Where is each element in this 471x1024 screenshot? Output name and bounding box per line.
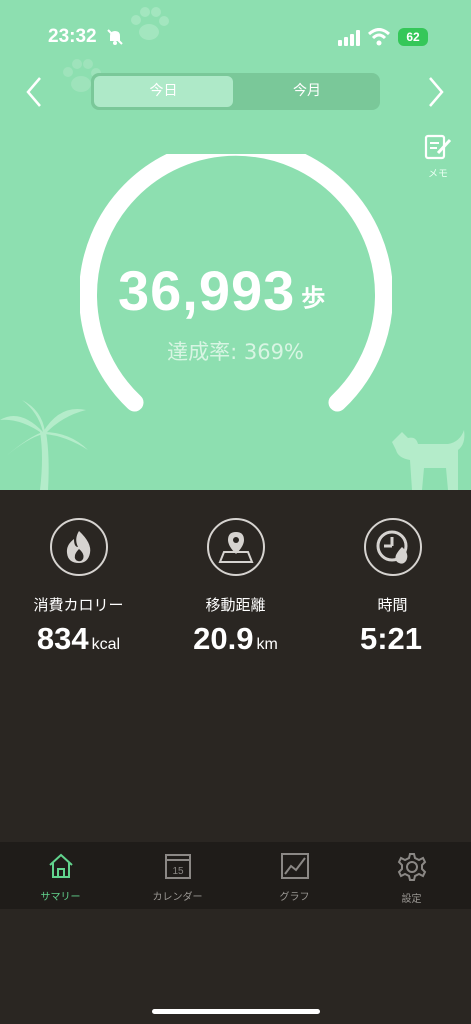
- tab-settings[interactable]: 設定: [353, 852, 470, 905]
- stat-distance-unit: km: [256, 636, 278, 653]
- chevron-left-icon[interactable]: [24, 76, 44, 108]
- cellular-signal-icon: [338, 30, 360, 46]
- calorie-flame-icon: [49, 518, 108, 576]
- stat-distance-label: 移動距離: [205, 596, 266, 614]
- segment-month[interactable]: 今月: [237, 76, 377, 107]
- paw-print-icon: [131, 7, 169, 40]
- tab-summary[interactable]: サマリー: [2, 852, 119, 903]
- stat-distance: 移動距離 20.9 km: [157, 518, 314, 657]
- summary-header: 23:32 62 今日 今月 メモ 36,993 歩 達成率: 369%: [0, 0, 471, 490]
- period-segmented-control: 今日 今月: [91, 73, 380, 110]
- calendar-day-number: 15: [172, 866, 184, 877]
- home-icon: [48, 853, 73, 878]
- stats-panel: 消費カロリー 834 kcal 移動距離 20.9 km 時間 5:21: [0, 490, 471, 840]
- map-pin-icon: [206, 518, 265, 576]
- step-count-value: 36,993: [118, 259, 296, 322]
- memo-label: メモ: [428, 169, 448, 180]
- palm-tree-illustration: [0, 400, 88, 490]
- chevron-right-icon[interactable]: [426, 76, 446, 108]
- tab-calendar[interactable]: 15 カレンダー: [119, 852, 236, 903]
- tab-graph-label: グラフ: [279, 892, 310, 903]
- tab-settings-label: 設定: [401, 894, 422, 905]
- stat-time: 時間 5:21: [314, 518, 471, 657]
- tab-calendar-label: カレンダー: [152, 892, 203, 903]
- battery-indicator: 62: [398, 28, 428, 46]
- stat-calories-label: 消費カロリー: [33, 596, 124, 614]
- step-count: 36,993 歩: [118, 258, 358, 323]
- bell-off-icon: [107, 29, 123, 45]
- bottom-tab-bar: サマリー 15 カレンダー グラフ 設定: [0, 842, 471, 909]
- status-time: 23:32: [48, 26, 97, 47]
- stat-calories: 消費カロリー 834 kcal: [0, 518, 157, 657]
- stat-calories-unit: kcal: [91, 636, 121, 653]
- memo-icon: [424, 134, 452, 160]
- segment-today[interactable]: 今日: [94, 76, 233, 107]
- stat-time-value: 5:21: [359, 621, 423, 656]
- tab-graph[interactable]: グラフ: [236, 852, 353, 903]
- wifi-icon: [368, 28, 390, 46]
- graph-icon: [280, 853, 309, 879]
- step-count-unit: 歩: [301, 285, 326, 312]
- stat-time-label: 時間: [377, 596, 408, 614]
- clock-flame-icon: [363, 518, 422, 576]
- achievement-rate: 達成率: 369%: [167, 340, 304, 364]
- home-indicator: [152, 1009, 320, 1014]
- stat-distance-value: 20.9: [193, 621, 254, 656]
- dog-illustration: [392, 430, 465, 490]
- tab-summary-label: サマリー: [40, 892, 81, 903]
- gear-icon: [397, 853, 426, 881]
- stat-calories-value: 834: [36, 621, 89, 656]
- calendar-icon: 15: [164, 854, 191, 879]
- memo-button[interactable]: メモ: [424, 134, 452, 180]
